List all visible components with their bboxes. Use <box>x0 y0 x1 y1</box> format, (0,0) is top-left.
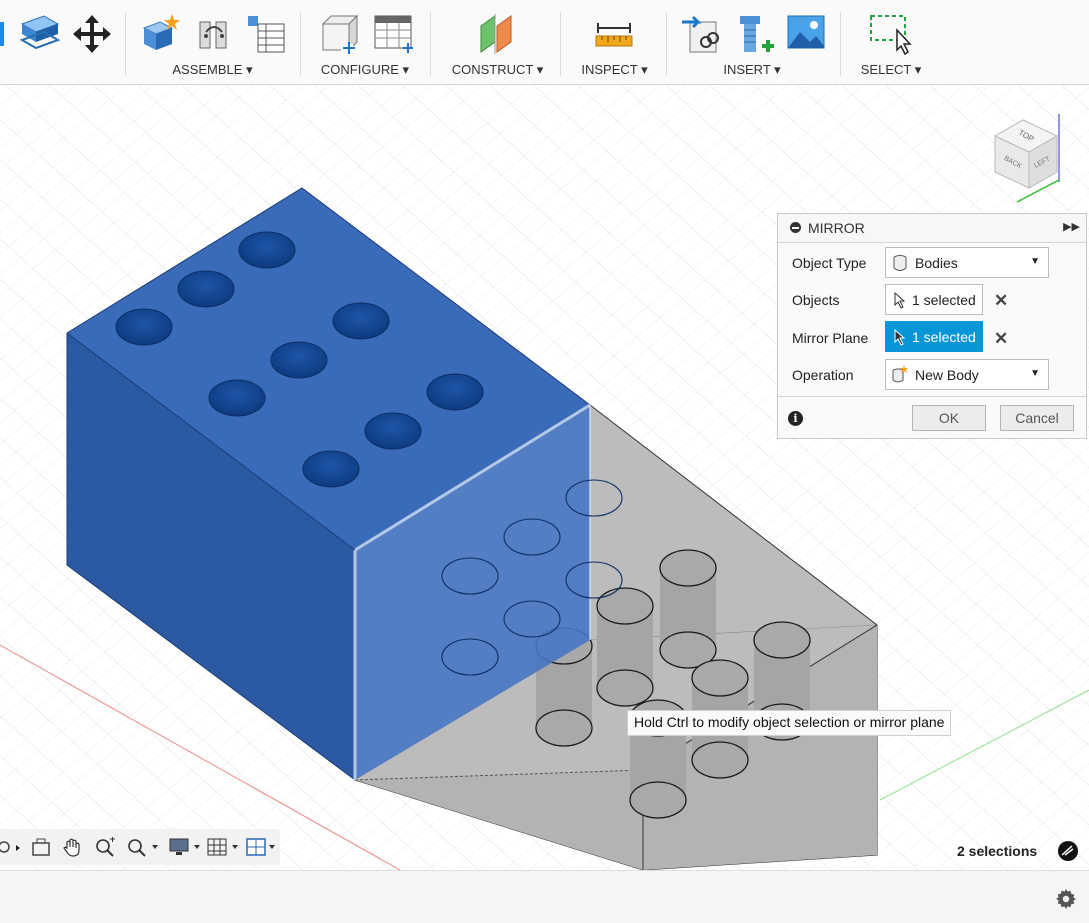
dialog-title: MIRROR <box>808 220 865 236</box>
mirror-dialog-header[interactable]: MIRROR ▶▶ <box>778 214 1086 243</box>
insert-derive-icon[interactable] <box>680 12 724 56</box>
mirror-dialog: MIRROR ▶▶ Object Type Bodies ▼ Objects 1… <box>777 213 1087 439</box>
clear-objects-icon[interactable]: ✕ <box>994 291 1008 311</box>
orbit-icon[interactable] <box>0 837 22 857</box>
configure-body-icon[interactable] <box>317 12 361 56</box>
status-bar <box>0 870 1089 923</box>
objects-selector[interactable]: 1 selected <box>885 284 983 315</box>
mirror-plane-selector[interactable]: 1 selected <box>885 321 983 352</box>
configure-label[interactable]: CONFIGURE ▾ <box>305 62 425 78</box>
construct-plane-icon[interactable] <box>475 12 519 56</box>
operation-dropdown[interactable]: New Body ▼ <box>885 359 1049 390</box>
display-settings-icon[interactable] <box>168 837 202 857</box>
selection-count[interactable]: 2 selections <box>957 843 1037 859</box>
tooltip: Hold Ctrl to modify object selection or … <box>627 710 952 736</box>
inspect-group[interactable]: INSPECT ▾ <box>567 0 662 84</box>
measure-icon[interactable] <box>592 12 636 56</box>
select-window-icon[interactable] <box>869 12 913 56</box>
pan-hand-icon[interactable] <box>62 837 84 857</box>
clear-mirror-plane-icon[interactable]: ✕ <box>994 329 1008 349</box>
bill-of-materials-icon[interactable] <box>244 12 288 56</box>
construct-group[interactable]: CONSTRUCT ▾ <box>440 0 555 84</box>
body-icon[interactable] <box>0 12 10 56</box>
look-at-icon[interactable] <box>30 837 52 857</box>
cursor-arrow-icon <box>894 329 906 346</box>
construct-label[interactable]: CONSTRUCT ▾ <box>440 62 555 78</box>
configure-group[interactable]: CONFIGURE ▾ <box>305 0 425 84</box>
grid-settings-icon[interactable] <box>206 837 240 857</box>
object-type-label: Object Type <box>792 255 867 271</box>
chevron-down-icon: ▼ <box>1030 368 1040 379</box>
object-type-value: Bodies <box>915 255 958 271</box>
select-label[interactable]: SELECT ▾ <box>845 62 937 78</box>
operation-value: New Body <box>915 367 979 383</box>
model-canvas[interactable] <box>0 85 1089 870</box>
inspect-label[interactable]: INSPECT ▾ <box>567 62 662 78</box>
operation-label: Operation <box>792 367 854 383</box>
ok-button[interactable]: OK <box>912 405 986 431</box>
comment-icon[interactable] <box>1057 840 1079 862</box>
object-type-dropdown[interactable]: Bodies ▼ <box>885 247 1049 278</box>
move-icon[interactable] <box>70 12 114 56</box>
joint-icon[interactable] <box>192 12 236 56</box>
mirror-plane-value: 1 selected <box>912 329 976 345</box>
expand-icon[interactable]: ▶▶ <box>1063 220 1080 233</box>
insert-label[interactable]: INSERT ▾ <box>672 62 832 78</box>
insert-mcmaster-carr-icon[interactable] <box>732 12 776 56</box>
insert-canvas-icon[interactable] <box>784 12 828 56</box>
objects-label: Objects <box>792 292 840 308</box>
new-component-icon[interactable] <box>138 12 182 56</box>
chevron-down-icon: ▼ <box>1030 256 1040 267</box>
gear-icon[interactable] <box>1056 889 1076 909</box>
viewports-icon[interactable] <box>245 837 279 857</box>
select-group[interactable]: SELECT ▾ <box>845 0 937 84</box>
assemble-group[interactable]: ASSEMBLE ▾ <box>130 0 295 84</box>
navigation-toolbar <box>0 829 280 865</box>
insert-group[interactable]: INSERT ▾ <box>672 0 832 84</box>
collapse-icon[interactable] <box>790 222 801 233</box>
viewcube[interactable]: TOP BACK LEFT <box>985 110 1075 210</box>
canvas-viewport[interactable]: TOP BACK LEFT <box>0 85 1089 870</box>
configuration-table-icon[interactable] <box>371 12 415 56</box>
objects-value: 1 selected <box>912 292 976 308</box>
new-body-icon <box>892 365 908 383</box>
assemble-label[interactable]: ASSEMBLE ▾ <box>130 62 295 78</box>
cursor-arrow-icon <box>894 292 906 309</box>
toolbar: ASSEMBLE ▾ CONFIGURE ▾ CONSTRUCT ▾ INSPE… <box>0 0 1089 85</box>
cancel-button[interactable]: Cancel <box>1000 405 1074 431</box>
info-icon[interactable]: i <box>788 411 803 426</box>
mirror-plane-label: Mirror Plane <box>792 330 869 346</box>
bodies-icon <box>893 255 907 271</box>
zoom-window-icon[interactable] <box>126 837 160 857</box>
press-pull-icon[interactable] <box>18 12 62 56</box>
zoom-icon[interactable] <box>94 837 116 857</box>
